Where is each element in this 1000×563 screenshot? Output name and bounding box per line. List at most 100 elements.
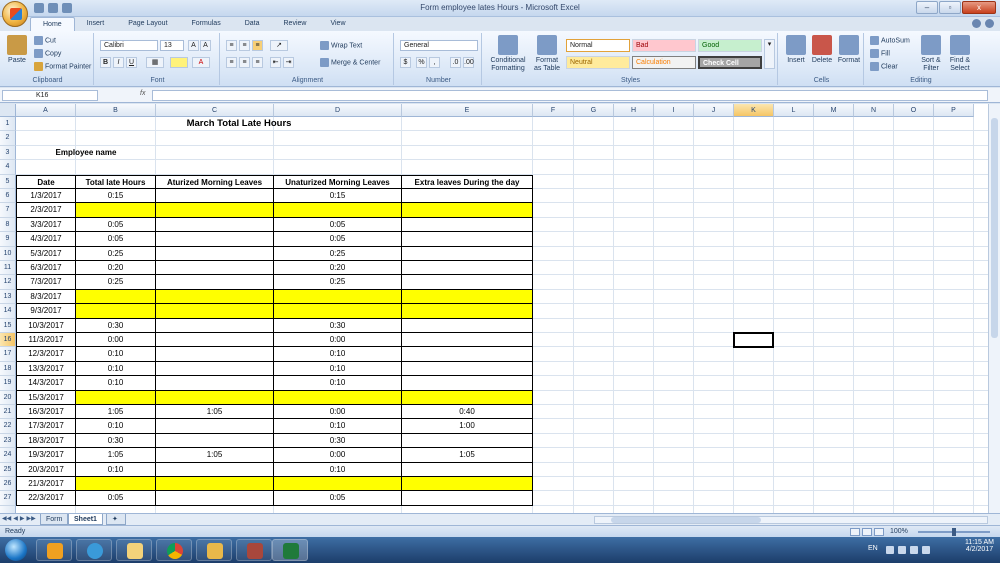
start-button[interactable] <box>5 539 27 561</box>
table-cell[interactable] <box>156 203 274 218</box>
tab-page-layout[interactable]: Page Layout <box>116 17 179 31</box>
table-cell[interactable]: 1:00 <box>402 419 533 434</box>
row-header[interactable]: 3 <box>0 145 16 161</box>
table-cell[interactable]: 0:10 <box>76 376 156 391</box>
date-cell[interactable]: 1/3/2017 <box>16 189 76 204</box>
language-indicator[interactable]: EN <box>868 545 878 552</box>
table-cell[interactable] <box>156 275 274 290</box>
minimize-button[interactable]: – <box>916 1 938 14</box>
insert-sheet-icon[interactable]: ✦ <box>106 514 126 525</box>
table-cell[interactable]: 0:05 <box>274 491 402 506</box>
office-button[interactable] <box>2 1 28 27</box>
flag-icon[interactable] <box>898 546 906 554</box>
tab-review[interactable]: Review <box>272 17 319 31</box>
row-header[interactable]: 1 <box>0 117 16 132</box>
delete-cells-button[interactable]: Delete <box>810 35 834 65</box>
grow-font-icon[interactable]: A <box>188 40 199 51</box>
table-cell[interactable]: 0:00 <box>274 333 402 348</box>
table-cell[interactable] <box>402 361 533 377</box>
align-left-icon[interactable]: ≡ <box>226 57 237 68</box>
table-cell[interactable] <box>76 289 156 305</box>
table-cell[interactable] <box>402 433 533 449</box>
row-header[interactable]: 2 <box>0 131 16 146</box>
table-cell[interactable] <box>156 261 274 276</box>
table-cell[interactable]: 0:05 <box>76 232 156 247</box>
table-cell[interactable] <box>274 477 402 492</box>
date-cell[interactable]: 17/3/2017 <box>16 419 76 434</box>
column-header-h[interactable]: H <box>614 104 654 117</box>
table-header-cell[interactable]: Date <box>16 174 76 189</box>
column-header-d[interactable]: D <box>274 104 402 117</box>
insert-cells-button[interactable]: Insert <box>784 35 808 65</box>
vertical-scroll-thumb[interactable] <box>991 118 998 338</box>
row-header[interactable]: 17 <box>0 347 16 362</box>
select-all-corner[interactable] <box>0 104 16 117</box>
autosum-button[interactable]: AutoSum <box>870 36 910 45</box>
style-neutral[interactable]: Neutral <box>566 56 630 69</box>
conditional-formatting-button[interactable]: Conditional Formatting <box>486 35 530 73</box>
table-cell[interactable]: 1:05 <box>156 448 274 463</box>
table-cell[interactable] <box>156 347 274 362</box>
decrease-decimal-icon[interactable]: .00 <box>463 57 474 68</box>
row-header[interactable]: 10 <box>0 246 16 261</box>
table-cell[interactable]: 1:05 <box>76 405 156 420</box>
page-layout-view-icon[interactable] <box>862 528 872 536</box>
row-header[interactable]: 14 <box>0 304 16 319</box>
date-cell[interactable]: 14/3/2017 <box>16 376 76 391</box>
table-cell[interactable] <box>402 462 533 477</box>
network-icon[interactable] <box>910 546 918 554</box>
decrease-indent-icon[interactable]: ⇤ <box>270 57 281 68</box>
date-cell[interactable]: 19/3/2017 <box>16 448 76 463</box>
font-name-select[interactable]: Calibri <box>100 40 158 51</box>
orientation-icon[interactable]: ↗ <box>270 40 288 51</box>
date-cell[interactable]: 6/3/2017 <box>16 261 76 276</box>
table-cell[interactable]: 0:05 <box>76 491 156 506</box>
styles-more-icon[interactable]: ▾ <box>764 39 775 69</box>
date-cell[interactable]: 20/3/2017 <box>16 462 76 477</box>
table-cell[interactable] <box>156 361 274 377</box>
table-cell[interactable]: 0:30 <box>274 433 402 449</box>
underline-button[interactable]: U <box>126 57 137 68</box>
row-header[interactable]: 21 <box>0 405 16 420</box>
taskbar-app-folder[interactable] <box>196 539 232 561</box>
formula-input[interactable] <box>152 90 988 101</box>
row-header[interactable]: 6 <box>0 189 16 204</box>
tab-home[interactable]: Home <box>30 17 75 31</box>
column-header-e[interactable]: E <box>402 104 533 117</box>
row-header[interactable]: 7 <box>0 203 16 218</box>
find-select-button[interactable]: Find & Select <box>946 35 974 73</box>
column-header-p[interactable]: P <box>934 104 974 117</box>
table-cell[interactable] <box>156 433 274 449</box>
table-cell[interactable] <box>402 189 533 204</box>
table-cell[interactable] <box>402 261 533 276</box>
sheet-title[interactable]: March Total Late Hours <box>76 117 402 131</box>
date-cell[interactable]: 11/3/2017 <box>16 333 76 348</box>
tab-insert[interactable]: Insert <box>75 17 117 31</box>
table-cell[interactable]: 0:00 <box>274 405 402 420</box>
table-cell[interactable]: 0:10 <box>274 347 402 362</box>
table-cell[interactable]: 0:25 <box>76 275 156 290</box>
row-header[interactable]: 9 <box>0 232 16 247</box>
tab-view[interactable]: View <box>318 17 357 31</box>
fill-button[interactable]: Fill <box>870 49 890 58</box>
table-cell[interactable] <box>402 390 533 405</box>
column-header-o[interactable]: O <box>894 104 934 117</box>
page-break-view-icon[interactable] <box>874 528 884 536</box>
taskbar-media-player[interactable] <box>36 539 72 561</box>
date-cell[interactable]: 3/3/2017 <box>16 217 76 233</box>
row-header[interactable]: 13 <box>0 289 16 305</box>
date-cell[interactable]: 21/3/2017 <box>16 477 76 492</box>
column-header-m[interactable]: M <box>814 104 854 117</box>
table-cell[interactable] <box>402 477 533 492</box>
table-cell[interactable] <box>402 304 533 319</box>
table-cell[interactable]: 0:10 <box>76 462 156 477</box>
column-header-f[interactable]: F <box>533 104 574 117</box>
date-cell[interactable]: 5/3/2017 <box>16 246 76 261</box>
table-cell[interactable]: 0:30 <box>76 318 156 333</box>
row-header[interactable]: 4 <box>0 160 16 175</box>
table-cell[interactable]: 1:05 <box>156 405 274 420</box>
style-calculation[interactable]: Calculation <box>632 56 696 69</box>
table-cell[interactable]: 0:20 <box>76 261 156 276</box>
sheet-tab-sheet1[interactable]: Sheet1 <box>68 514 103 525</box>
table-cell[interactable] <box>402 333 533 348</box>
